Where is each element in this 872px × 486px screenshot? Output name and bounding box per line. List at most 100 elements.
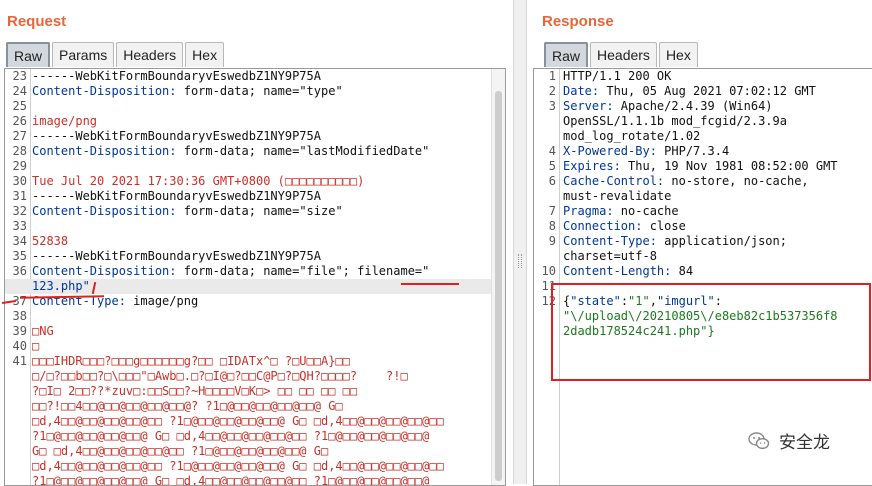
splitter-grip-icon [518, 254, 522, 268]
request-line: □□?!□□4□□@□□@□□@□□@□□@? ?1□@□□@□□@□□@□□@… [5, 399, 505, 414]
request-scrollbar[interactable] [491, 69, 505, 485]
response-line: 5 Expires: Thu, 19 Nov 1981 08:52:00 GMT [534, 159, 872, 174]
request-line: 39 □NG [5, 324, 505, 339]
response-line-number: 4 [548, 144, 556, 158]
request-lines: 23 ------WebKitFormBoundaryvEswedbZ1NY9P7… [5, 69, 505, 485]
response-header-value: close [642, 219, 686, 233]
request-line-number: 29 [12, 159, 27, 173]
response-tabs: Raw Headers Hex [544, 42, 700, 68]
response-title: Response [542, 13, 614, 30]
request-header-name: Content-Disposition: [32, 84, 177, 98]
request-line: ?□I□ 2□□??*zuv□:□□S□□?~H□□□□V□K□> □□ □□ … [5, 384, 505, 399]
request-line: □d,4□□@□□@□□@□□@□□ ?1□@□□@□□@□□@□□@ G□ □… [5, 414, 505, 429]
response-line-number: 9 [548, 234, 556, 248]
request-tab-headers[interactable]: Headers [116, 42, 184, 67]
response-header-name: Server: [563, 99, 614, 113]
pane-splitter[interactable] [513, 0, 527, 484]
response-header-name: Cache-Control: [563, 174, 665, 188]
response-header-name: Connection: [563, 219, 643, 233]
watermark-text: 安全龙 [779, 433, 830, 453]
response-line: 3 Server: Apache/2.4.39 (Win64) [534, 99, 872, 114]
request-line: 24 Content-Disposition: form-data; name="… [5, 84, 505, 99]
response-line-number: 7 [548, 204, 556, 218]
request-line: 33 [5, 219, 505, 234]
response-line: charset=utf-8 [534, 249, 872, 264]
request-line-text: □NG [32, 324, 54, 338]
request-header-value: form-data; name="type" [176, 84, 343, 98]
response-line-text: Content-Type: application/json; [563, 234, 787, 249]
request-line-number: 36 [12, 264, 27, 278]
request-line-number: 39 [12, 324, 27, 338]
request-line: □d,4□□@□□@□□@□□@□□ ?1□@□□@□□@□□@□□@ G□ □… [5, 459, 505, 474]
request-line-text: □□□IHDR□□□?□□□g□□□□□□g?□□ □IDATx^□ ?□U□□… [32, 354, 350, 368]
request-line: 31 ------WebKitFormBoundaryvEswedbZ1NY9P7… [5, 189, 505, 204]
response-line: must-revalidate [534, 189, 872, 204]
request-line-number: 25 [12, 99, 27, 113]
response-line-text: Content-Length: 84 [563, 264, 693, 279]
request-line-text: ------WebKitFormBoundaryvEswedbZ1NY9P75A [32, 129, 321, 143]
request-line-text: □ [32, 339, 40, 353]
request-line-number: 32 [12, 204, 27, 218]
response-editor[interactable]: 1 HTTP/1.1 200 OK 2 Date: Thu, 05 Aug 2021 … [533, 68, 872, 486]
response-tab-raw[interactable]: Raw [544, 42, 589, 67]
response-header-value: Thu, 05 Aug 2021 07:02:12 GMT [599, 84, 816, 98]
request-line-text: □□?!□□4□□@□□@□□@□□@□□@? ?1□@□□@□□@□□@□□@… [32, 399, 343, 413]
request-line: 23 ------WebKitFormBoundaryvEswedbZ1NY9P7… [5, 69, 505, 84]
response-header-value: Thu, 19 Nov 1981 08:52:00 GMT [620, 159, 838, 173]
response-header-value: Apache/2.4.39 (Win64) [613, 99, 773, 113]
response-header-name: X-Powered-By: [563, 144, 657, 158]
response-line: 2 Date: Thu, 05 Aug 2021 07:02:12 GMT [534, 84, 872, 99]
request-line-text: Content-Disposition: form-data; name="fi… [32, 264, 429, 279]
request-line-number: 23 [12, 69, 27, 83]
request-header-name: Content-Disposition: [32, 144, 177, 158]
request-line-text: □/□?□□b□□?□\□□□"□Awb□.□?□I@□?□□C@P□?□QH?… [32, 369, 408, 383]
response-line: 7 Pragma: no-cache [534, 204, 872, 219]
response-line-text: Cache-Control: no-store, no-cache, [563, 174, 809, 189]
response-header-name: Expires: [563, 159, 621, 173]
response-tab-hex[interactable]: Hex [658, 42, 698, 67]
response-header-value: no-store, no-cache, [664, 174, 809, 188]
request-title: Request [7, 13, 67, 30]
request-line-text: Content-Disposition: form-data; name="la… [32, 144, 429, 159]
request-editor[interactable]: 23 ------WebKitFormBoundaryvEswedbZ1NY9P7… [4, 68, 506, 486]
request-scroll-thumb[interactable] [495, 91, 502, 481]
response-tab-headers[interactable]: Headers [590, 42, 657, 67]
request-line: ?1□@□□@□□@□□@□□@ G□ □d,4□□@□□@□□@□□@□□ ?… [5, 429, 505, 444]
response-line-number: 2 [548, 84, 556, 98]
request-tab-params[interactable]: Params [52, 42, 115, 67]
request-line-text: □d,4□□@□□@□□@□□@□□ ?1□@□□@□□@□□@□□@ G□ □… [32, 414, 444, 428]
request-line-text: G□ □d,4□□@□□@□□@□□@□□ ?1□@□□@□□@□□@□□@ G… [32, 444, 329, 458]
request-line-number: 33 [12, 219, 27, 233]
response-line: mod_log_rotate/1.02 [534, 129, 872, 144]
request-line: ?1□@□□@□□@□□@□□@ G□ □d,4□□@□□@□□@□□@□□ ?… [5, 474, 505, 485]
response-line-text: OpenSSL/1.1.1b mod_fcgid/2.3.9a [563, 114, 787, 128]
response-line-number: 8 [548, 219, 556, 233]
request-line-text: 123.php" [32, 279, 90, 293]
request-tab-hex[interactable]: Hex [185, 42, 225, 67]
request-tab-raw[interactable]: Raw [6, 42, 51, 67]
response-line-number: 1 [548, 69, 556, 83]
response-header-value: application/json; [656, 234, 787, 248]
request-line-number: 34 [12, 234, 27, 248]
response-line-text: mod_log_rotate/1.02 [563, 129, 701, 143]
request-line: 41 □□□IHDR□□□?□□□g□□□□□□g?□□ □IDATx^□ ?□U… [5, 354, 505, 369]
request-line-text: ------WebKitFormBoundaryvEswedbZ1NY9P75A [32, 249, 321, 263]
response-line-number: 5 [548, 159, 556, 173]
request-line-text: ?□I□ 2□□??*zuv□:□□S□□?~H□□□□V□K□> □□ □□ … [32, 384, 358, 398]
request-line: 27 ------WebKitFormBoundaryvEswedbZ1NY9P7… [5, 129, 505, 144]
response-line: 8 Connection: close [534, 219, 872, 234]
request-header-value: form-data; name="lastModifiedDate" [176, 144, 430, 158]
response-line-text: X-Powered-By: PHP/7.3.4 [563, 144, 729, 159]
response-line-number: 10 [541, 264, 556, 278]
request-line-text: Tue Jul 20 2021 17:30:36 GMT+0800 (□□□□□… [32, 174, 365, 188]
request-line-text: ?1□@□□@□□@□□@□□@ G□ □d,4□□@□□@□□@□□@□□ ?… [32, 429, 430, 443]
request-line: 32 Content-Disposition: form-data; name="… [5, 204, 505, 219]
wechat-icon [748, 431, 770, 449]
request-line: 25 [5, 99, 505, 114]
request-line: 29 [5, 159, 505, 174]
request-line-text: ------WebKitFormBoundaryvEswedbZ1NY9P75A [32, 189, 321, 203]
request-line: 34 52838 [5, 234, 505, 249]
response-line: 1 HTTP/1.1 200 OK [534, 69, 872, 84]
request-line: 36 Content-Disposition: form-data; name="… [5, 264, 505, 279]
response-header-name: Date: [563, 84, 600, 98]
